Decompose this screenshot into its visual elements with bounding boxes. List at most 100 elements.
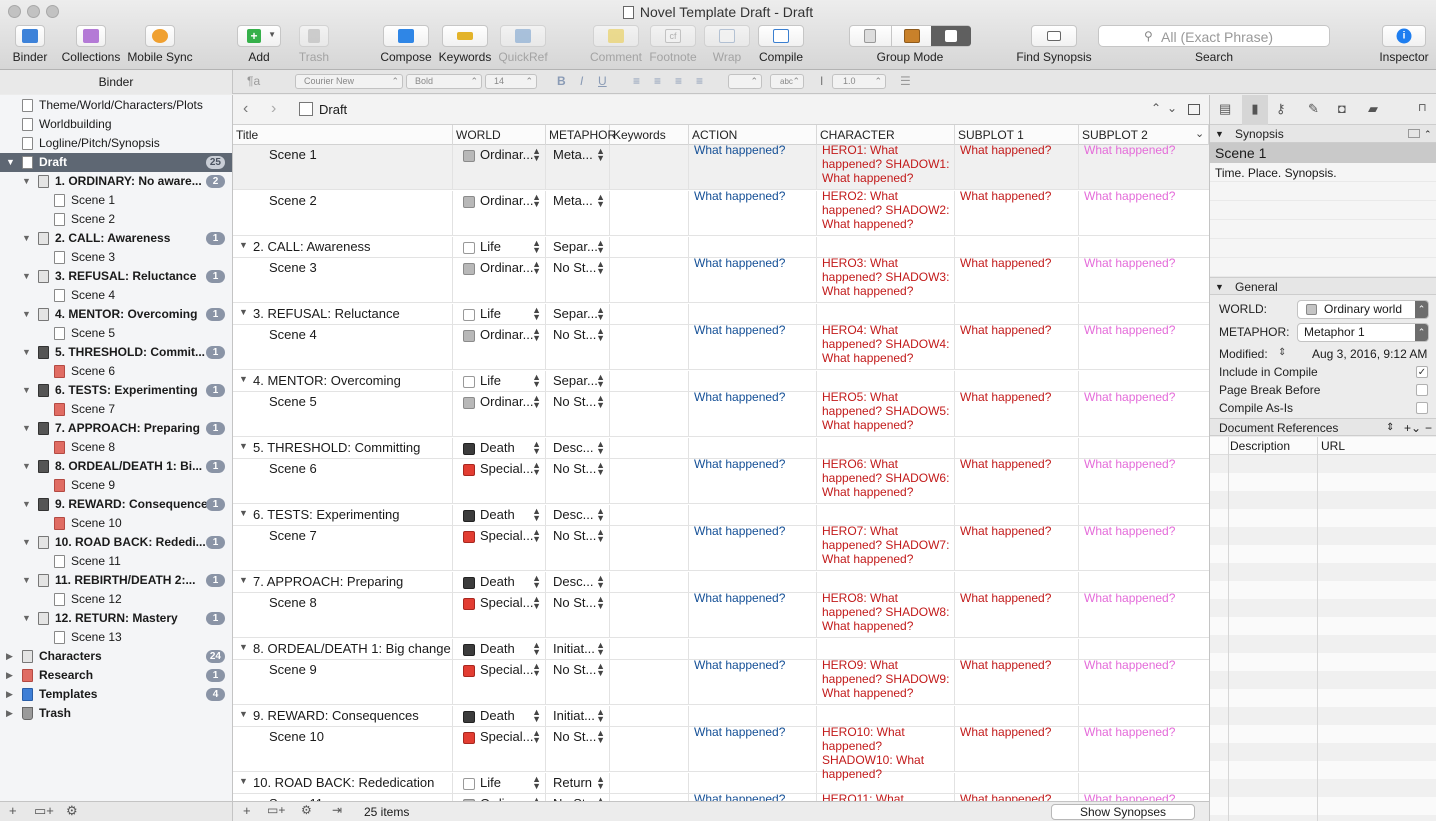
disclosure-expanded-icon[interactable]: ▼ xyxy=(22,381,32,400)
world-cell[interactable]: Death ▲ ▼ xyxy=(453,706,546,726)
disclosure-expanded-icon[interactable]: ▼ xyxy=(22,609,32,628)
footer-gear-icon[interactable]: ⚙ xyxy=(301,803,312,817)
align-right-icon[interactable]: ≡ xyxy=(675,74,682,88)
doc-refs-sort-icon[interactable]: ⇕ xyxy=(1386,419,1394,437)
keywords-cell[interactable] xyxy=(610,145,689,189)
subplot2-cell[interactable]: What happened? xyxy=(1079,591,1209,637)
binder-item[interactable]: Scene 8 xyxy=(0,438,232,457)
disclosure-expanded-icon[interactable]: ▼ xyxy=(22,533,32,552)
mobile-sync-toolbar-button[interactable]: Mobile Sync xyxy=(126,25,194,64)
action-cell[interactable] xyxy=(689,304,817,324)
title-cell[interactable]: ▼ 4. MENTOR: Overcoming xyxy=(233,371,453,391)
keywords-cell[interactable] xyxy=(610,392,689,436)
binder-item[interactable]: ▼ 11. REBIRTH/DEATH 2:... 1 xyxy=(0,571,232,590)
subplot2-cell[interactable] xyxy=(1079,505,1209,525)
world-cell[interactable]: Death ▲ ▼ xyxy=(453,505,546,525)
action-cell[interactable]: What happened? xyxy=(689,591,817,637)
metaphor-stepper-icon[interactable]: ▲▼ xyxy=(596,306,605,322)
action-cell[interactable]: What happened? xyxy=(689,256,817,302)
keywords-cell[interactable] xyxy=(610,237,689,257)
disclosure-expanded-icon[interactable]: ▼ xyxy=(22,172,32,191)
disclosure-expanded-icon[interactable]: ▼ xyxy=(22,457,32,476)
title-cell[interactable]: ▼ 6. TESTS: Experimenting xyxy=(233,505,453,525)
disclosure-expanded-icon[interactable]: ▼ xyxy=(22,305,32,324)
column-header[interactable]: CHARACTER xyxy=(817,125,955,145)
title-cell[interactable]: Scene 1 xyxy=(233,145,453,189)
doc-refs-add-icon[interactable]: +⌄ xyxy=(1404,419,1421,437)
highlight-color-select[interactable]: abc xyxy=(770,74,804,89)
compile-toolbar-button[interactable]: Compile xyxy=(756,25,806,64)
binder-item[interactable]: ▶ Characters 24 xyxy=(0,647,232,666)
disclosure-expanded-icon[interactable]: ▼ xyxy=(239,642,248,652)
show-synopses-button[interactable]: Show Synopses xyxy=(1051,804,1195,820)
split-editor-icon[interactable] xyxy=(1188,104,1200,115)
keywords-toolbar-button[interactable]: Keywords xyxy=(438,25,492,64)
subplot2-cell[interactable]: What happened? xyxy=(1079,658,1209,704)
subplot1-cell[interactable]: What happened? xyxy=(955,457,1079,503)
scene-row[interactable]: Scene 3 Ordinar... ▲ ▼ No St... ▲ ▼ What happen… xyxy=(233,256,1209,303)
disclosure-collapsed-icon[interactable]: ▶ xyxy=(6,647,16,666)
metaphor-stepper-icon[interactable]: ▲▼ xyxy=(596,239,605,255)
character-cell[interactable]: HERO6: What happened? SHADOW6: What happ… xyxy=(817,457,955,503)
binder-item[interactable]: ▼ 12. RETURN: Mastery 1 xyxy=(0,609,232,628)
doc-refs-remove-icon[interactable]: − xyxy=(1425,419,1432,437)
character-cell[interactable] xyxy=(817,371,955,391)
subplot1-cell[interactable] xyxy=(955,572,1079,592)
disclosure-expanded-icon[interactable]: ▼ xyxy=(6,153,16,172)
character-cell[interactable]: HERO3: What happened? SHADOW3: What happ… xyxy=(817,256,955,302)
action-cell[interactable] xyxy=(689,438,817,458)
action-cell[interactable] xyxy=(689,639,817,659)
paragraph-style-button[interactable]: ¶a xyxy=(247,74,260,88)
world-stepper-icon[interactable]: ▲▼ xyxy=(532,574,541,590)
footer-add-icon[interactable]: + xyxy=(243,803,251,818)
action-cell[interactable] xyxy=(689,572,817,592)
world-cell[interactable]: Life ▲ ▼ xyxy=(453,371,546,391)
metaphor-cell[interactable]: No St...▲▼ xyxy=(546,660,610,704)
general-section-header[interactable]: ▼ General xyxy=(1210,277,1436,295)
subplot1-cell[interactable]: What happened? xyxy=(955,189,1079,235)
binder-item[interactable]: ▼ 9. REWARD: Consequences 1 xyxy=(0,495,232,514)
binder-item[interactable]: Scene 4 xyxy=(0,286,232,305)
keywords-cell[interactable] xyxy=(610,773,689,793)
wrap-toolbar-button[interactable]: Wrap xyxy=(702,25,752,64)
metaphor-stepper-icon[interactable]: ▲▼ xyxy=(596,708,605,724)
action-cell[interactable]: What happened? xyxy=(689,189,817,235)
world-cell[interactable]: Ordinar...▲▼ xyxy=(453,392,546,436)
title-cell[interactable]: Scene 4 xyxy=(233,325,453,369)
action-cell[interactable]: What happened? xyxy=(689,725,817,771)
chapter-row[interactable]: ▼ 9. REWARD: Consequences Death ▲ ▼ Initiat..… xyxy=(233,706,1209,727)
action-cell[interactable]: What happened? xyxy=(689,323,817,369)
title-cell[interactable]: Scene 2 xyxy=(233,191,453,235)
metaphor-cell[interactable]: No St...▲▼ xyxy=(546,593,610,637)
keywords-cell[interactable] xyxy=(610,191,689,235)
metaphor-cell[interactable]: No St...▲▼ xyxy=(546,392,610,436)
metaphor-stepper-icon[interactable]: ▲▼ xyxy=(596,147,605,163)
disclosure-expanded-icon[interactable]: ▼ xyxy=(239,508,248,518)
keywords-cell[interactable] xyxy=(610,794,689,801)
action-cell[interactable] xyxy=(689,706,817,726)
subplot1-cell[interactable]: What happened? xyxy=(955,591,1079,637)
keywords-cell[interactable] xyxy=(610,572,689,592)
title-cell[interactable]: Scene 8 xyxy=(233,593,453,637)
disclosure-expanded-icon[interactable]: ▼ xyxy=(239,307,248,317)
binder-item[interactable]: ▼ 3. REFUSAL: Reluctance 1 xyxy=(0,267,232,286)
action-cell[interactable]: What happened? xyxy=(689,792,817,801)
chapter-row[interactable]: ▼ 10. ROAD BACK: Rededication Life ▲ ▼ Return… xyxy=(233,773,1209,794)
title-cell[interactable]: ▼ 8. ORDEAL/DEATH 1: Big change xyxy=(233,639,453,659)
world-cell[interactable]: Life ▲ ▼ xyxy=(453,304,546,324)
subplot2-cell[interactable]: What happened? xyxy=(1079,390,1209,436)
subplot2-cell[interactable] xyxy=(1079,237,1209,257)
disclosure-expanded-icon[interactable]: ▼ xyxy=(22,571,32,590)
snapshots-tab-icon[interactable]: ◘ xyxy=(1338,101,1346,116)
character-cell[interactable]: HERO5: What happened? SHADOW5: What happ… xyxy=(817,390,955,436)
subplot2-cell[interactable]: What happened? xyxy=(1079,725,1209,771)
world-cell[interactable]: Life ▲ ▼ xyxy=(453,773,546,793)
character-cell[interactable] xyxy=(817,706,955,726)
metaphor-cell[interactable]: No St...▲▼ xyxy=(546,526,610,570)
keywords-cell[interactable] xyxy=(610,325,689,369)
title-cell[interactable]: ▼ 9. REWARD: Consequences xyxy=(233,706,453,726)
nav-forward-icon[interactable]: › xyxy=(271,100,276,118)
title-cell[interactable]: Scene 5 xyxy=(233,392,453,436)
scene-row[interactable]: Scene 9 Special... ▲ ▼ No St... ▲ ▼ What happen… xyxy=(233,658,1209,705)
metaphor-cell[interactable]: Desc... ▲ ▼ xyxy=(546,438,610,458)
